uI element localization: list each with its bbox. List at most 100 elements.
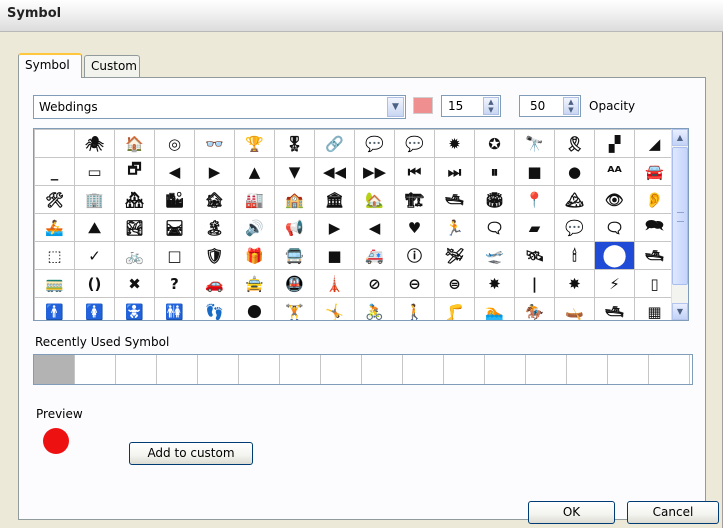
symbol-cell[interactable]: ᴬᴬ [594,157,635,186]
symbol-cell[interactable]: ▲ [234,157,275,186]
symbol-cell[interactable]: ⊘ [354,269,395,298]
symbol-cell[interactable]: 🚺 [74,297,115,320]
symbol-cell[interactable]: 🎖 [274,129,315,158]
symbol-cell[interactable]: 🏝 [194,213,235,242]
recent-symbol-slot[interactable] [280,355,321,384]
symbol-cell[interactable]: 💬 [354,129,395,158]
symbol-cell[interactable]: 🛠 [34,185,75,214]
symbol-cell[interactable]: ✓ [74,241,115,270]
chevron-down-icon[interactable]: ▼ [387,97,404,117]
symbol-cell[interactable]: 👁 [594,185,635,214]
symbol-cell[interactable]: 🛫 [474,241,515,270]
symbol-cell[interactable]: ◎ [154,129,195,158]
symbol-cell[interactable]: ⬤ [594,241,635,270]
scroll-up-icon[interactable]: ▲ [672,129,688,146]
symbol-cell[interactable]: 🗼 [314,269,355,298]
symbol-cell[interactable]: ■ [514,157,555,186]
symbol-cell[interactable]: 🏫 [274,185,315,214]
symbol-cell[interactable]: ◢ [634,129,675,158]
recent-symbol-slot[interactable] [362,355,403,384]
symbol-cell[interactable]: ✸ [554,269,595,298]
symbol-cell[interactable]: ? [154,269,195,298]
symbol-cell[interactable]: ✸ [474,269,515,298]
symbol-cell[interactable]: 🚘 [634,157,675,186]
symbol-cell[interactable]: ▰ [514,213,555,242]
symbol-cell[interactable]: ◀◀ [314,157,355,186]
symbol-cell[interactable]: ▼ [274,157,315,186]
symbol-cell[interactable]: ⚡ [594,269,635,298]
symbol-cell[interactable]: 🏊 [474,297,515,320]
symbol-cell[interactable]: 🔗 [314,129,355,158]
symbol-cell[interactable]: 🏃 [434,213,475,242]
symbol-cell[interactable]: 🤸 [314,297,355,320]
symbol-cell[interactable]: 🏡 [354,185,395,214]
symbol-cell[interactable]: ✖ [114,269,155,298]
recent-symbol-slot[interactable] [198,355,239,384]
spinner-arrows-icon[interactable]: ▲ ▼ [563,97,579,115]
symbol-cell[interactable]: ✪ [474,129,515,158]
symbol-cell[interactable]: 👂 [634,185,675,214]
symbol-cell[interactable]: 🎗 [554,129,595,158]
symbol-cell[interactable]: ▯ [634,269,675,298]
symbol-cell[interactable]: ▶ [194,157,235,186]
symbol-cell[interactable]: 🚲 [114,241,155,270]
symbol-cell[interactable]: 🔭 [514,129,555,158]
symbol-cell[interactable]: 🛥 [634,241,675,270]
symbol-cell[interactable]: 🚇 [274,269,315,298]
symbol-cell[interactable]: ◀ [354,213,395,242]
recent-symbol-slot[interactable] [116,355,157,384]
symbol-cell[interactable]: ⏸ [474,157,515,186]
symbol-cell[interactable]: ⛰ [74,213,115,242]
symbol-cell[interactable]: 🗪 [634,213,675,242]
symbol-cell[interactable]: 🚶 [394,297,435,320]
symbol-cell[interactable]: 🕯 [554,241,595,270]
symbol-cell[interactable]: □ [154,241,195,270]
symbol-cell[interactable]: 🏭 [234,185,275,214]
symbol-cell[interactable]: 🗨 [594,213,635,242]
opacity-spinner[interactable]: 50 ▲ ▼ [519,95,581,117]
symbol-cell[interactable]: 🚼 [114,297,155,320]
cancel-button[interactable]: Cancel [627,501,719,524]
symbol-cell[interactable]: ■ [314,241,355,270]
symbol-cell[interactable]: 🛤 [154,213,195,242]
symbol-cell[interactable]: 🎁 [234,241,275,270]
symbol-cell[interactable]: _ [34,157,75,186]
symbol-cell[interactable]: 🚖 [234,269,275,298]
symbol-cell[interactable]: 👓 [194,129,235,158]
tab-symbol[interactable]: Symbol [18,53,82,78]
symbol-cell[interactable]: 🏞 [114,213,155,242]
symbol-cell[interactable]: 🏔 [554,185,595,214]
recent-symbol-slot[interactable] [239,355,280,384]
recent-symbol-slot[interactable] [649,355,690,384]
grid-scrollbar[interactable]: ▲ ▼ [671,129,688,320]
symbol-grid[interactable]: 🕷 🏠 ◎ 👓 🏆 🎖 🔗 💬 💬 ✹ ✪ 🔭 🎗 ▞ ◢ _ ▭ 🗗 ◀ ▶ ▲ ▼ ◀◀ ▶▶ ⏮ ⏭ ⏸ ■ ● ᴬᴬ 🚘 🛠 🏢 🏘 🏙 🏚 🏭… [33,128,689,321]
symbol-cell[interactable]: ▭ [74,157,115,186]
recent-symbol-slot[interactable] [608,355,649,384]
symbol-cell[interactable]: 🛥 [594,297,635,320]
symbol-cell[interactable]: 🏋 [274,297,315,320]
symbol-cell[interactable]: ▞ [594,129,635,158]
symbol-cell[interactable]: ▶ [314,213,355,242]
symbol-cell[interactable]: ⏭ [434,157,475,186]
symbol-cell[interactable]: 🚗 [194,269,235,298]
symbol-cell[interactable]: 🏚 [194,185,235,214]
font-select[interactable]: Webdings ▼ [33,95,406,119]
symbol-cell[interactable]: 🏙 [154,185,195,214]
symbol-cell[interactable]: ▦ [634,297,675,320]
symbol-cell[interactable]: ✹ [434,129,475,158]
symbol-cell[interactable]: 📍 [514,185,555,214]
color-swatch[interactable] [413,97,433,114]
symbol-cell[interactable]: ⓘ [394,241,435,270]
symbol-cell[interactable]: 🛡 [194,241,235,270]
symbol-cell[interactable]: 🚑 [354,241,395,270]
symbol-cell[interactable]: 🛰 [514,241,555,270]
symbol-cell[interactable]: 🚴 [354,297,395,320]
symbol-cell[interactable]: 🦵 [434,297,475,320]
title-bar[interactable]: Symbol [0,0,723,32]
symbol-cell[interactable]: 📢 [274,213,315,242]
symbol-cell[interactable]: 🏆 [234,129,275,158]
symbol-cell[interactable]: 🏘 [114,185,155,214]
recent-symbol-slot[interactable] [526,355,567,384]
scroll-thumb[interactable] [672,147,688,285]
recent-symbol-slot[interactable] [34,355,75,384]
